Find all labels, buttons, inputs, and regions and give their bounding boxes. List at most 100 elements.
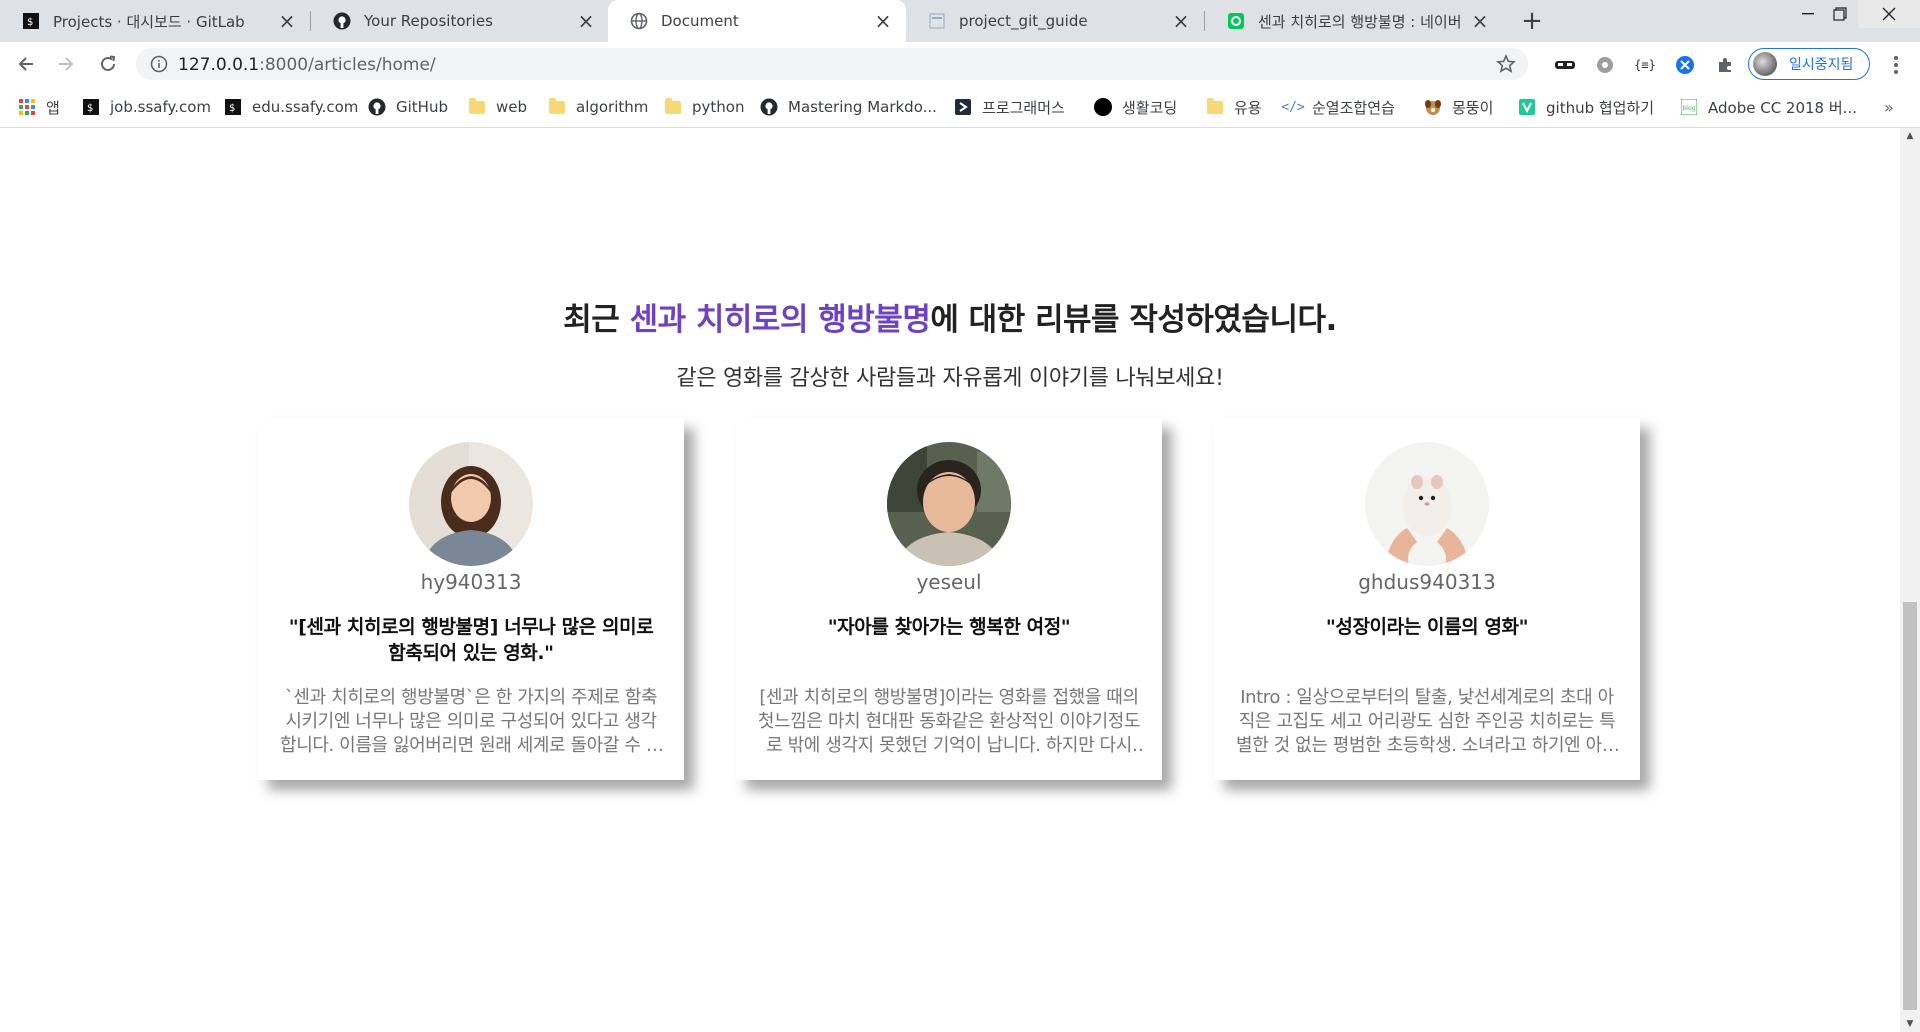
- browser-toolbar: 127.0.0.1:8000/articles/home/ {≡} 일시중지됨: [0, 42, 1920, 86]
- review-card[interactable]: yeseul "자아를 찾아가는 행복한 여정" [센과 치히로의 행방불명]이…: [736, 418, 1162, 780]
- bookmark-job-ssafy[interactable]: $ job.ssafy.com: [82, 94, 211, 120]
- page-title: 최근 센과 치히로의 행방불명에 대한 리뷰를 작성하였습니다.: [563, 302, 1337, 338]
- naver-icon: [1227, 12, 1245, 30]
- review-excerpt: `센과 치히로의 행방불명`은 한 가지의 주제로 함축시키기엔 너무나 많은 …: [280, 687, 662, 756]
- bookmark-programmers[interactable]: 프로그래머스: [954, 94, 1065, 120]
- bookmarks-bar: 앱 $ job.ssafy.com $ edu.ssafy.com GitHub…: [0, 86, 1920, 128]
- scrollbar-thumb[interactable]: [1903, 602, 1917, 1010]
- bookmark-label: 순열조합연습: [1312, 98, 1395, 117]
- bookmark-github-collab[interactable]: github 협업하기: [1518, 94, 1654, 120]
- bookmark-permutation[interactable]: </> 순열조합연습: [1281, 94, 1395, 120]
- mask-extension-icon[interactable]: [1554, 54, 1576, 76]
- bookmark-adobe[interactable]: blog Adobe CC 2018 버...: [1680, 94, 1857, 120]
- tab-strip: $ Projects · 대시보드 · GitLab × Your Reposi…: [0, 0, 1920, 42]
- dog-icon: [1424, 98, 1442, 116]
- review-excerpt: Intro : 일상으로부터의 탈출, 낯선세계로의 초대 아직은 고집도 세고…: [1236, 687, 1618, 756]
- page-scrollbar[interactable]: ▲ ▼: [1900, 128, 1920, 1032]
- folder-icon: [1206, 97, 1224, 116]
- review-card[interactable]: hy940313 "[센과 치히로의 행방불명] 너무나 많은 의미로 함축되어…: [258, 418, 684, 780]
- bookmark-folder-algorithm[interactable]: algorithm: [548, 94, 648, 120]
- tab-git-guide[interactable]: project_git_guide ×: [906, 0, 1204, 42]
- bookmark-label: Adobe CC 2018 버...: [1708, 98, 1857, 117]
- json-extension-icon[interactable]: {≡}: [1634, 54, 1656, 76]
- new-tab-button[interactable]: +: [1518, 8, 1546, 36]
- bookmark-label: 몽뚱이: [1452, 98, 1494, 117]
- info-icon[interactable]: [150, 55, 168, 73]
- github-icon: [760, 98, 778, 116]
- tab-document[interactable]: Document ×: [608, 0, 906, 42]
- url-text: 127.0.0.1:8000/articles/home/: [178, 55, 436, 75]
- tab-title: Projects · 대시보드 · GitLab: [53, 12, 245, 31]
- forward-button[interactable]: [52, 50, 80, 78]
- menu-kebab-icon[interactable]: [1886, 54, 1906, 76]
- bookmark-label: edu.ssafy.com: [252, 98, 359, 116]
- review-title[interactable]: "[센과 치히로의 행방불명] 너무나 많은 의미로 함축되어 있는 영화.": [278, 614, 664, 666]
- address-bar[interactable]: 127.0.0.1:8000/articles/home/: [136, 48, 1528, 80]
- blue-extension-icon[interactable]: [1674, 54, 1696, 76]
- review-excerpt: [센과 치히로의 행방불명]이라는 영화를 접했을 때의 첫느낌은 마치 현대판…: [757, 687, 1141, 756]
- avatar: [409, 442, 533, 566]
- ssafy-icon: $: [224, 98, 242, 116]
- gitlab-icon: $: [22, 12, 40, 30]
- close-icon[interactable]: ×: [874, 11, 892, 31]
- doc-icon: [928, 12, 946, 30]
- bookmark-edu-ssafy[interactable]: $ edu.ssafy.com: [224, 94, 358, 120]
- avatar: [1365, 442, 1489, 566]
- close-icon[interactable]: ×: [577, 11, 595, 31]
- close-icon[interactable]: ×: [278, 11, 296, 31]
- back-button[interactable]: [12, 50, 40, 78]
- bookmark-label: 앱: [46, 98, 60, 117]
- tab-title: Your Repositories: [364, 12, 493, 30]
- bookmark-label: algorithm: [576, 98, 649, 116]
- reload-icon: [101, 55, 116, 71]
- reload-button[interactable]: [94, 50, 122, 78]
- movie-title-highlight: 센과 치히로의 행방불명: [629, 302, 931, 338]
- close-window-button[interactable]: [1858, 0, 1920, 28]
- puzzle-extensions-icon[interactable]: [1714, 54, 1736, 76]
- svg-text:$: $: [27, 17, 33, 28]
- folder-icon: [548, 97, 566, 116]
- review-title[interactable]: "자아를 찾아가는 행복한 여정": [756, 614, 1142, 640]
- profile-status-label: 일시중지됨: [1789, 57, 1854, 73]
- gear-extension-icon[interactable]: [1594, 54, 1616, 76]
- bookmark-mastering-markdown[interactable]: Mastering Markdo...: [760, 94, 937, 120]
- bookmark-github[interactable]: GitHub: [368, 94, 448, 120]
- svg-text:$: $: [229, 103, 235, 114]
- svg-text:blog: blog: [1683, 105, 1696, 112]
- tab-repositories[interactable]: Your Repositories ×: [311, 0, 609, 42]
- tab-title: 센과 치히로의 행방불명 : 네이버: [1258, 12, 1462, 31]
- bookmark-label: 프로그래머스: [982, 98, 1065, 117]
- close-icon[interactable]: ×: [1172, 11, 1190, 31]
- bookmark-opentutorials[interactable]: 생활코딩: [1094, 94, 1177, 120]
- avatar: [1753, 52, 1777, 76]
- circle-icon: [1094, 98, 1112, 116]
- bookmark-apps[interactable]: 앱: [18, 94, 60, 120]
- scroll-down-arrow-icon[interactable]: ▼: [1900, 1016, 1920, 1032]
- tab-gitlab[interactable]: $ Projects · 대시보드 · GitLab ×: [0, 0, 310, 42]
- review-card[interactable]: ghdus940313 "성장이라는 이름의 영화" Intro : 일상으로부…: [1214, 418, 1640, 780]
- star-icon[interactable]: [1496, 54, 1516, 74]
- close-icon[interactable]: ×: [1471, 11, 1489, 31]
- scroll-up-arrow-icon[interactable]: ▲: [1900, 128, 1920, 144]
- profile-button[interactable]: 일시중지됨: [1748, 48, 1870, 80]
- avatar: [887, 442, 1011, 566]
- svg-text:$: $: [87, 103, 93, 114]
- code-icon: </>: [1281, 99, 1305, 115]
- bookmark-folder-python[interactable]: python: [664, 94, 744, 120]
- bookmarks-overflow-chevron-icon[interactable]: »: [1884, 98, 1894, 117]
- bookmark-folder-useful[interactable]: 유용: [1206, 94, 1262, 120]
- ssafy-icon: $: [82, 98, 100, 116]
- page-subtitle: 같은 영화를 감상한 사람들과 자유롭게 이야기를 나눠보세요!: [676, 366, 1224, 391]
- blog-icon: blog: [1680, 98, 1698, 116]
- programmers-icon: [954, 98, 972, 116]
- bookmark-folder-web[interactable]: web: [468, 94, 527, 120]
- bookmark-label: 유용: [1234, 98, 1262, 117]
- github-icon: [368, 98, 386, 116]
- tab-naver[interactable]: 센과 치히로의 행방불명 : 네이버 ×: [1205, 0, 1503, 42]
- bookmark-label: python: [692, 98, 745, 116]
- bookmark-dog[interactable]: 몽뚱이: [1424, 94, 1493, 120]
- review-title[interactable]: "성장이라는 이름의 영화": [1234, 614, 1620, 640]
- tab-title: project_git_guide: [959, 12, 1088, 30]
- bookmark-label: github 협업하기: [1546, 98, 1655, 117]
- back-arrow-icon: [18, 57, 33, 71]
